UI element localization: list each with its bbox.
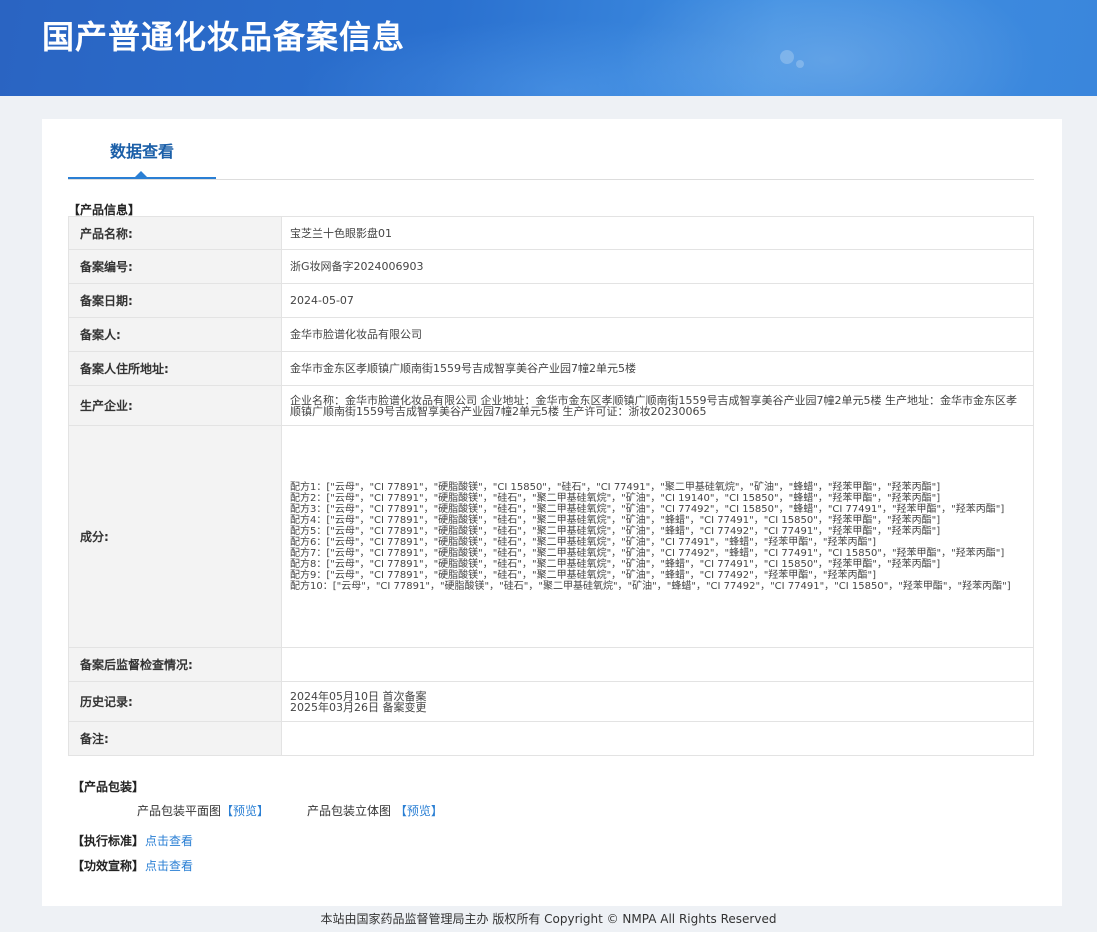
tab-bar: 数据查看	[68, 119, 1034, 180]
formula-line: 配方2：["云母"，"CI 77891"，"硬脂酸镁"，"硅石"，"聚二甲基硅氧…	[290, 492, 941, 504]
table-row: 备案日期: 2024-05-07	[68, 283, 1034, 318]
row-value: 金华市金东区孝顺镇广顺南街1559号吉成智享美谷产业园7幢2单元5楼	[281, 351, 1034, 386]
row-label: 备案后监督检查情况:	[68, 647, 282, 682]
row-label: 生产企业:	[68, 385, 282, 426]
efficacy-view-link[interactable]: 点击查看	[145, 857, 193, 874]
history-line: 2024年05月10日 首次备案	[290, 689, 427, 703]
standard-title: 【执行标准】	[72, 834, 145, 848]
formula-line: 配方1：["云母"，"CI 77891"，"硬脂酸镁"，"CI 15850"，"…	[290, 481, 941, 493]
formula-line: 配方6：["云母"，"CI 77891"，"硬脂酸镁"，"硅石"，"聚二甲基硅氧…	[290, 536, 877, 548]
row-value: 金华市脸谱化妆品有限公司	[281, 317, 1034, 352]
packaging-solid-preview-link[interactable]: 【预览】	[395, 804, 443, 818]
tab-indicator-arrow	[135, 171, 147, 177]
banner-dot	[796, 60, 804, 68]
row-label: 备案人住所地址:	[68, 351, 282, 386]
history-value: 2024年05月10日 首次备案 2025年03月26日 备案变更	[281, 681, 1034, 722]
row-label: 产品名称:	[68, 216, 282, 250]
ingredients-value: 配方1：["云母"，"CI 77891"，"硬脂酸镁"，"CI 15850"，"…	[281, 425, 1034, 648]
packaging-flat: 产品包装平面图【预览】	[137, 802, 269, 819]
efficacy-title: 【功效宣称】	[72, 859, 145, 873]
row-label: 历史记录:	[68, 681, 282, 722]
banner-dot	[780, 50, 794, 64]
table-row: 备案人: 金华市脸谱化妆品有限公司	[68, 317, 1034, 352]
row-label: 备案日期:	[68, 283, 282, 318]
content-card: 数据查看 【产品信息】 产品名称: 宝芝兰十色眼影盘01 备案编号: 浙G妆网备…	[42, 119, 1062, 906]
table-row: 历史记录: 2024年05月10日 首次备案 2025年03月26日 备案变更	[68, 681, 1034, 722]
standard-view-link[interactable]: 点击查看	[145, 832, 193, 849]
packaging-solid: 产品包装立体图 【预览】	[307, 802, 443, 819]
packaging-flat-preview-link[interactable]: 【预览】	[221, 804, 269, 818]
packaging-title: 【产品包装】	[72, 780, 145, 794]
formula-line: 配方4：["云母"，"CI 77891"，"硬脂酸镁"，"硅石"，"聚二甲基硅氧…	[290, 514, 941, 526]
page-title: 国产普通化妆品备案信息	[42, 18, 406, 56]
product-info-table: 产品名称: 宝芝兰十色眼影盘01 备案编号: 浙G妆网备字2024006903 …	[68, 216, 1034, 756]
tab-data-view[interactable]: 数据查看	[68, 119, 216, 179]
row-label: 备案编号:	[68, 249, 282, 284]
table-row: 备注:	[68, 721, 1034, 756]
row-value	[281, 647, 1034, 682]
table-row: 产品名称: 宝芝兰十色眼影盘01	[68, 216, 1034, 250]
table-row: 备案人住所地址: 金华市金东区孝顺镇广顺南街1559号吉成智享美谷产业园7幢2单…	[68, 351, 1034, 386]
row-value	[281, 721, 1034, 756]
row-label: 备案人:	[68, 317, 282, 352]
row-label: 成分:	[68, 425, 282, 648]
formula-line: 配方8：["云母"，"CI 77891"，"硬脂酸镁"，"硅石"，"聚二甲基硅氧…	[290, 558, 941, 570]
footer-copyright: 本站由国家药品监督管理局主办 版权所有 Copyright © NMPA All…	[320, 912, 777, 926]
row-value: 宝芝兰十色眼影盘01	[281, 216, 1034, 250]
row-value: 浙G妆网备字2024006903	[281, 249, 1034, 284]
formula-line: 配方10：["云母"，"CI 77891"，"硬脂酸镁"，"硅石"，"聚二甲基硅…	[290, 580, 1011, 592]
packaging-flat-label: 产品包装平面图	[137, 804, 222, 818]
formula-line: 配方9：["云母"，"CI 77891"，"硬脂酸镁"，"硅石"，"聚二甲基硅氧…	[290, 569, 877, 581]
packaging-solid-label: 产品包装立体图	[307, 804, 392, 818]
table-row: 生产企业: 企业名称：金华市脸谱化妆品有限公司 企业地址：金华市金东区孝顺镇广顺…	[68, 385, 1034, 426]
history-line: 2025年03月26日 备案变更	[290, 700, 427, 714]
row-value: 企业名称：金华市脸谱化妆品有限公司 企业地址：金华市金东区孝顺镇广顺南街1559…	[281, 385, 1034, 426]
formula-line: 配方7：["云母"，"CI 77891"，"硬脂酸镁"，"硅石"，"聚二甲基硅氧…	[290, 547, 1005, 559]
row-value: 2024-05-07	[281, 283, 1034, 318]
header-banner: 国产普通化妆品备案信息	[0, 0, 1097, 96]
table-row: 成分: 配方1：["云母"，"CI 77891"，"硬脂酸镁"，"CI 1585…	[68, 425, 1034, 648]
row-label: 备注:	[68, 721, 282, 756]
table-row: 备案后监督检查情况:	[68, 647, 1034, 682]
formula-line: 配方3：["云母"，"CI 77891"，"硬脂酸镁"，"硅石"，"聚二甲基硅氧…	[290, 503, 1005, 515]
tab-label: 数据查看	[109, 142, 174, 161]
formula-line: 配方5：["云母"，"CI 77891"，"硬脂酸镁"，"硅石"，"聚二甲基硅氧…	[290, 525, 941, 537]
table-row: 备案编号: 浙G妆网备字2024006903	[68, 249, 1034, 284]
